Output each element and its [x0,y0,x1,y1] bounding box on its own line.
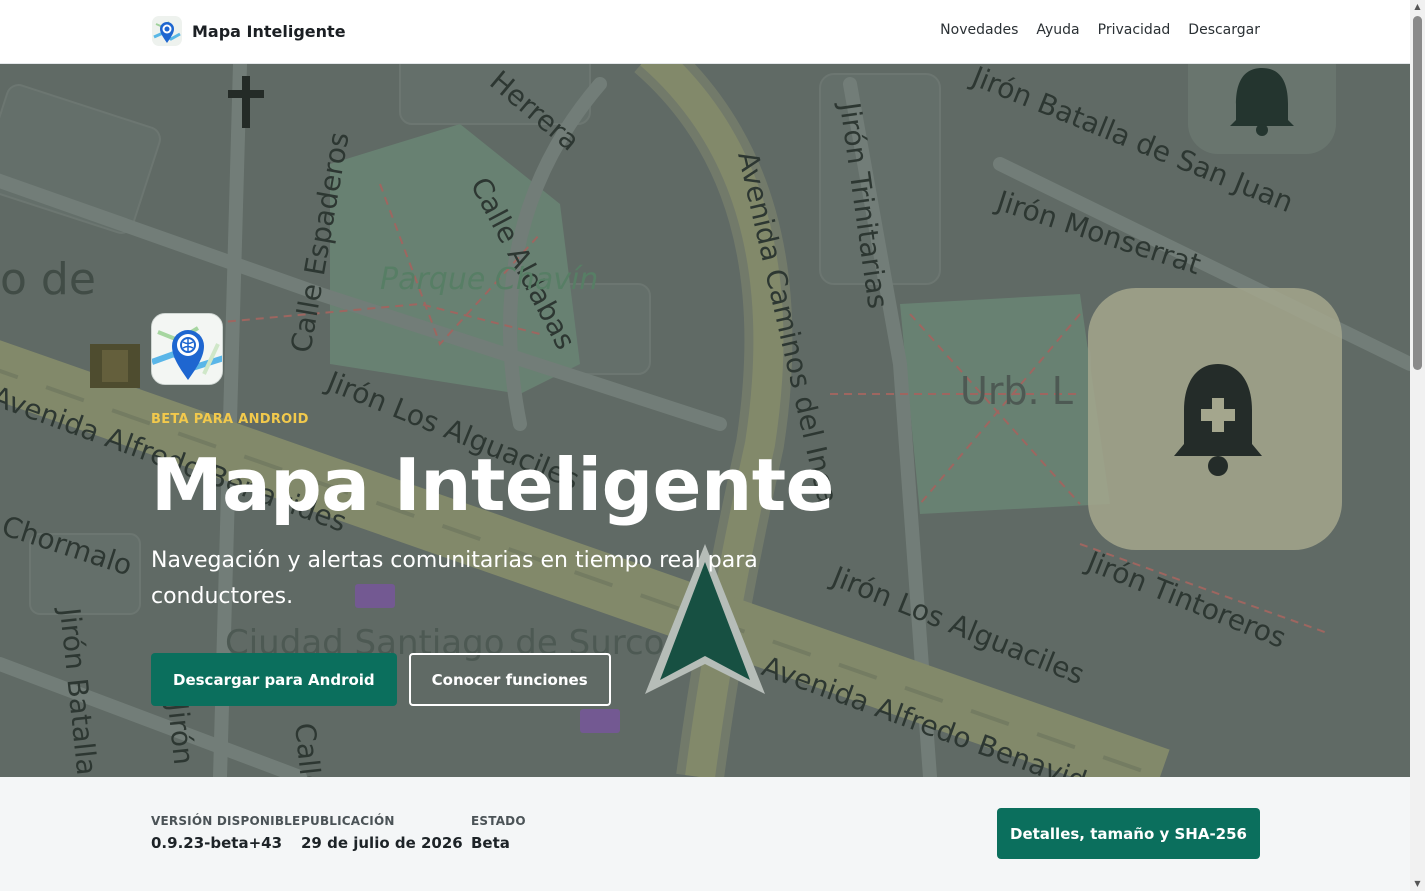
app-logo-icon [152,16,182,46]
nav-link-privacidad[interactable]: Privacidad [1098,22,1171,38]
brand-link[interactable]: Mapa Inteligente [151,15,346,47]
details-sha256-button[interactable]: Detalles, tamaño y SHA-256 [997,808,1260,859]
version-label: VERSIÓN DISPONIBLE [151,814,301,828]
main-nav: Novedades Ayuda Privacidad Descargar [940,22,1260,38]
beta-eyebrow: BETA PARA ANDROID [151,412,309,427]
nav-link-novedades[interactable]: Novedades [940,22,1018,38]
status-value: Beta [471,834,510,852]
scroll-up-arrow-icon[interactable]: ▲ [1413,2,1422,12]
status-info: ESTADO Beta [471,814,526,852]
hero-section: o de Herrera Calle Espaderos Calle Aldab… [0,64,1410,777]
release-info-strip: VERSIÓN DISPONIBLE 0.9.23-beta+43 PUBLIC… [0,777,1410,891]
hero-title: Mapa Inteligente [151,443,834,527]
version-value: 0.9.23-beta+43 [151,834,283,852]
page-scrollbar[interactable]: ▲ ▼ [1410,0,1425,891]
map-pin-brain-icon [152,314,222,384]
hero-cta-row: Descargar para Android Conocer funciones [151,653,611,706]
top-navigation-bar: Mapa Inteligente Novedades Ayuda Privaci… [0,0,1410,64]
download-android-button[interactable]: Descargar para Android [151,653,397,706]
app-icon [151,313,223,385]
hero-subtitle: Navegación y alertas comunitarias en tie… [151,548,758,609]
nav-link-descargar[interactable]: Descargar [1188,22,1260,38]
version-info: VERSIÓN DISPONIBLE 0.9.23-beta+43 [151,814,300,852]
scroll-down-arrow-icon[interactable]: ▼ [1413,879,1422,889]
brand-name: Mapa Inteligente [192,21,346,41]
learn-features-button[interactable]: Conocer funciones [408,653,611,706]
hero-content: BETA PARA ANDROID Mapa Inteligente Naveg… [151,313,834,615]
nav-link-ayuda[interactable]: Ayuda [1036,22,1079,38]
publication-info: PUBLICACIÓN 29 de julio de 2026 [301,814,463,852]
scrollbar-thumb[interactable] [1413,16,1422,370]
publication-value: 29 de julio de 2026 [301,834,463,852]
publication-label: PUBLICACIÓN [301,814,395,828]
status-label: ESTADO [471,814,526,828]
